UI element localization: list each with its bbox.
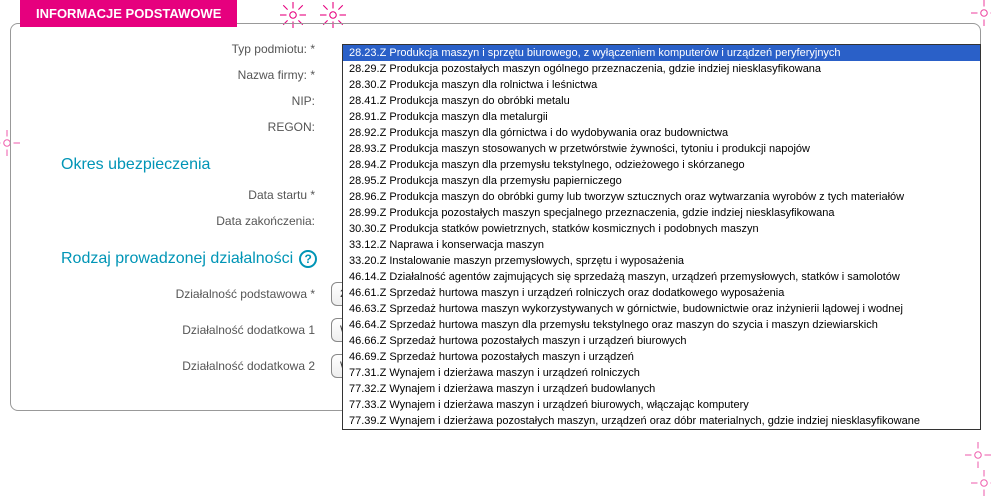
label-data-zakonczenia: Data zakończenia: (31, 214, 331, 228)
dropdown-option[interactable]: 77.32.Z Wynajem i dzierżawa maszyn i urz… (343, 381, 980, 397)
dropdown-option[interactable]: 28.41.Z Produkcja maszyn do obróbki meta… (343, 93, 980, 109)
decoration-icon (971, 470, 991, 496)
dropdown-option[interactable]: 33.12.Z Naprawa i konserwacja maszyn (343, 237, 980, 253)
okres-title-text: Okres ubezpieczenia (61, 156, 210, 174)
dropdown-option[interactable]: 28.91.Z Produkcja maszyn dla metalurgii (343, 109, 980, 125)
dropdown-option[interactable]: 46.64.Z Sprzedaż hurtowa maszyn dla prze… (343, 317, 980, 333)
dropdown-listbox[interactable]: 28.23.Z Produkcja maszyn i sprzętu biuro… (342, 44, 981, 430)
label-data-startu: Data startu * (31, 188, 331, 202)
label-dzialalnosc-podstawowa: Działalność podstawowa * (31, 287, 331, 301)
dropdown-option[interactable]: 28.29.Z Produkcja pozostałych maszyn ogó… (343, 61, 980, 77)
dropdown-option[interactable]: 46.14.Z Działalność agentów zajmujących … (343, 269, 980, 285)
section-header: INFORMACJE PODSTAWOWE (20, 0, 237, 27)
label-dzialalnosc-dodatkowa2: Działalność dodatkowa 2 (31, 359, 331, 373)
dropdown-option[interactable]: 77.31.Z Wynajem i dzierżawa maszyn i urz… (343, 365, 980, 381)
dropdown-option[interactable]: 33.20.Z Instalowanie maszyn przemysłowyc… (343, 253, 980, 269)
decoration-icon (965, 442, 991, 468)
dropdown-option[interactable]: 77.39.Z Wynajem i dzierżawa pozostałych … (343, 413, 980, 429)
dropdown-option[interactable]: 77.33.Z Wynajem i dzierżawa maszyn i urz… (343, 397, 980, 413)
dropdown-option[interactable]: 46.66.Z Sprzedaż hurtowa pozostałych mas… (343, 333, 980, 349)
dropdown-option[interactable]: 30.30.Z Produkcja statków powietrznych, … (343, 221, 980, 237)
label-nip: NIP: (31, 94, 331, 108)
dropdown-option[interactable]: 46.63.Z Sprzedaż hurtowa maszyn wykorzys… (343, 301, 980, 317)
rodzaj-title-text: Rodzaj prowadzonej działalności (61, 250, 293, 268)
dropdown-option[interactable]: 28.92.Z Produkcja maszyn dla górnictwa i… (343, 125, 980, 141)
dropdown-option[interactable]: 28.23.Z Produkcja maszyn i sprzętu biuro… (343, 45, 980, 61)
dropdown-option[interactable]: 28.30.Z Produkcja maszyn dla rolnictwa i… (343, 77, 980, 93)
dropdown-option[interactable]: 46.69.Z Sprzedaż hurtowa pozostałych mas… (343, 349, 980, 365)
dropdown-option[interactable]: 28.99.Z Produkcja pozostałych maszyn spe… (343, 205, 980, 221)
help-icon[interactable]: ? (299, 250, 317, 268)
dropdown-option[interactable]: 28.94.Z Produkcja maszyn dla przemysłu t… (343, 157, 980, 173)
dropdown-option[interactable]: 28.95.Z Produkcja maszyn dla przemysłu p… (343, 173, 980, 189)
dropdown-option[interactable]: 28.93.Z Produkcja maszyn stosowanych w p… (343, 141, 980, 157)
label-nazwa-firmy: Nazwa firmy: * (31, 68, 331, 82)
label-regon: REGON: (31, 120, 331, 134)
label-dzialalnosc-dodatkowa1: Działalność dodatkowa 1 (31, 323, 331, 337)
label-typ-podmiotu: Typ podmiotu: * (31, 42, 331, 56)
dropdown-option[interactable]: 28.96.Z Produkcja maszyn do obróbki gumy… (343, 189, 980, 205)
dropdown-option[interactable]: 46.61.Z Sprzedaż hurtowa maszyn i urządz… (343, 285, 980, 301)
